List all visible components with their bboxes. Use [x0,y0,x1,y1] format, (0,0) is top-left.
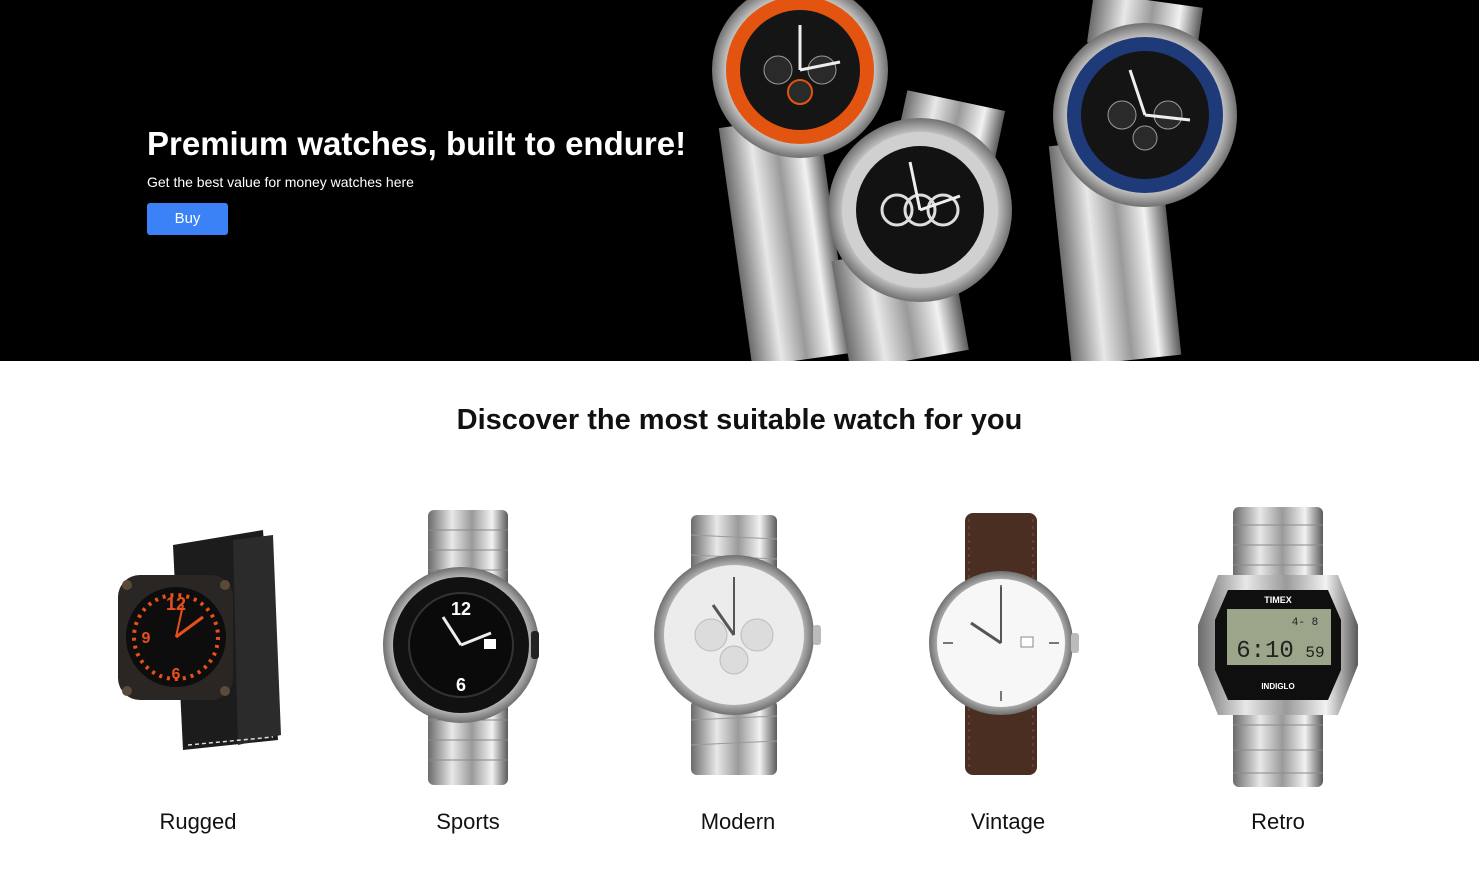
modern-watch-icon [654,515,821,775]
category-card-retro[interactable]: TIMEX 4- 8 6:10 59 INDIGLO Retro [1143,505,1413,845]
sports-watch-icon: 12 6 [383,510,539,785]
category-card-modern[interactable]: Modern [603,505,873,845]
category-label: Rugged [159,809,237,834]
svg-text:59: 59 [1305,644,1324,662]
hero-banner: Premium watches, built to endure! Get th… [0,0,1479,361]
category-card-rugged[interactable]: 12 9 6 Rugged [63,505,333,845]
category-card-vintage[interactable]: Vintage [873,505,1143,845]
hero-text-block: Premium watches, built to endure! Get th… [147,124,687,235]
svg-text:TIMEX: TIMEX [1264,595,1292,605]
hero-title: Premium watches, built to endure! [147,125,687,162]
svg-text:6: 6 [172,666,181,683]
svg-text:6:10: 6:10 [1236,638,1294,665]
rugged-watch-icon: 12 9 6 [118,530,281,750]
retro-watch-icon: TIMEX 4- 8 6:10 59 INDIGLO [1198,507,1358,787]
svg-text:9: 9 [142,630,151,647]
category-label: Modern [700,809,776,834]
svg-text:12: 12 [166,594,186,614]
category-label: Retro [1251,809,1305,834]
hero-subtitle: Get the best value for money watches her… [147,174,414,190]
buy-button[interactable]: Buy [147,203,228,235]
category-label: Vintage [970,809,1046,834]
vintage-watch-icon [929,513,1079,775]
section-title: Discover the most suitable watch for you [456,404,1023,436]
svg-text:INDIGLO: INDIGLO [1261,682,1294,691]
category-list: 12 9 6 Rugged 12 6 Sports Modern Vintage… [63,505,1413,845]
svg-text:4- 8: 4- 8 [1292,617,1318,629]
svg-text:12: 12 [451,599,471,619]
svg-text:6: 6 [456,675,466,695]
category-label: Sports [436,809,500,834]
category-card-sports[interactable]: 12 6 Sports [333,505,603,845]
hero-watches-image [712,0,1237,361]
